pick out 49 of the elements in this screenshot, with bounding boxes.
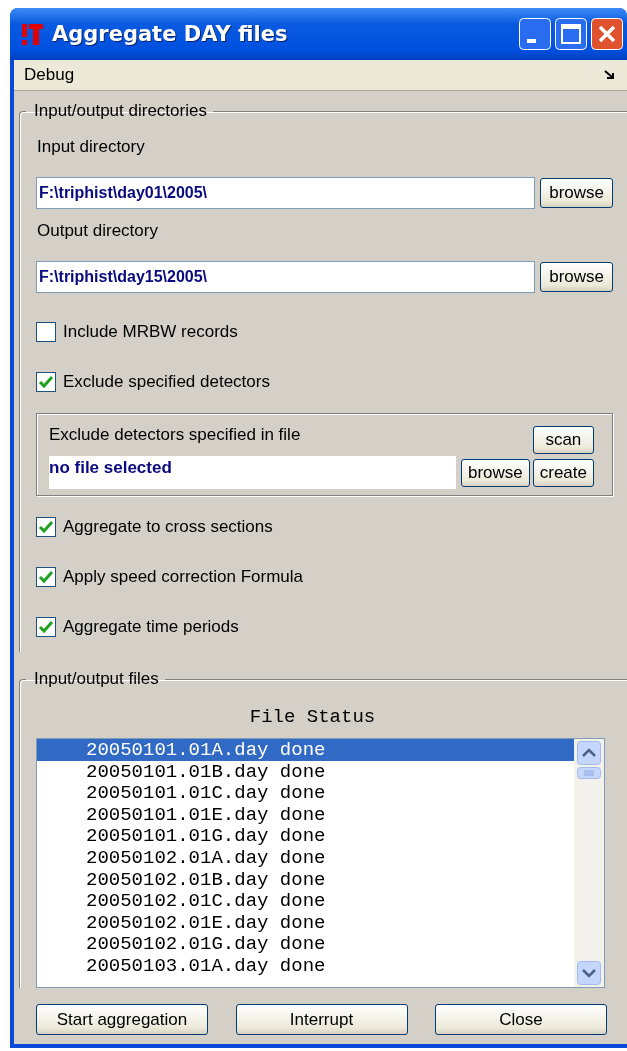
scrollbar[interactable]	[574, 739, 604, 987]
list-row[interactable]: 20050101.01A.day done	[37, 739, 574, 761]
list-row[interactable]: 20050102.01C.day done	[37, 890, 574, 912]
checkbox-label: Aggregate time periods	[63, 617, 239, 637]
interrupt-button[interactable]: Interrupt	[235, 1004, 408, 1035]
browse-button[interactable]: browse	[460, 458, 530, 487]
checkbox-label: Apply speed correction Formula	[63, 567, 303, 587]
scroll-down-icon[interactable]	[577, 961, 601, 985]
window-title: Aggregate DAY files	[52, 22, 289, 46]
field-label: Input directory	[37, 136, 146, 158]
list-row[interactable]: 20050101.01G.day done	[37, 825, 574, 847]
checkbox[interactable]	[36, 322, 56, 342]
browse-button[interactable]: browse	[540, 178, 613, 208]
list-row[interactable]: 20050102.01B.day done	[37, 868, 574, 891]
close-button[interactable]: Close	[435, 1004, 607, 1035]
start-button[interactable]: Start aggregation	[36, 1004, 208, 1035]
checkbox[interactable]	[36, 372, 56, 392]
list-row[interactable]: 20050101.01B.day done	[37, 760, 574, 783]
maximize-icon[interactable]	[555, 18, 587, 50]
close-icon[interactable]	[591, 18, 623, 50]
scan-button[interactable]: scan	[532, 426, 594, 454]
checkbox[interactable]	[36, 617, 56, 637]
checkbox-label: Aggregate to cross sections	[63, 517, 273, 537]
checkbox-label: Include MRBW records	[63, 322, 238, 342]
list-row[interactable]: 20050102.01G.day done	[37, 933, 574, 955]
checkbox[interactable]	[36, 567, 56, 587]
minimize-icon[interactable]	[519, 18, 551, 50]
list-heading: File Status	[248, 705, 377, 730]
browse-button[interactable]: browse	[540, 262, 613, 292]
list-row[interactable]: 20050103.01A.day done	[37, 954, 574, 977]
list-row[interactable]: 20050101.01C.day done	[37, 782, 574, 804]
directory-field[interactable]: F:\triphist\day15\2005\	[36, 261, 536, 293]
file-field[interactable]: no file selected	[49, 456, 456, 489]
group-title: Input/output files	[33, 669, 160, 689]
logo-icon	[20, 22, 44, 46]
file-list[interactable]	[36, 738, 605, 988]
resize-arrow-icon[interactable]	[603, 69, 617, 81]
scroll-thumb[interactable]	[577, 767, 601, 779]
create-button[interactable]: create	[532, 458, 594, 487]
scroll-up-icon[interactable]	[577, 741, 601, 765]
field-label: Output directory	[37, 220, 159, 242]
checkbox-label: Exclude specified detectors	[63, 372, 270, 392]
list-row[interactable]: 20050102.01A.day done	[37, 846, 574, 869]
list-row[interactable]: 20050101.01E.day done	[37, 803, 574, 826]
list-row[interactable]: 20050102.01E.day done	[37, 911, 574, 934]
panel-label: Exclude detectors specified in file	[49, 424, 302, 445]
directory-field[interactable]: F:\triphist\day01\2005\	[36, 177, 536, 209]
group-title: Input/output directories	[33, 101, 208, 121]
checkbox[interactable]	[36, 517, 56, 537]
